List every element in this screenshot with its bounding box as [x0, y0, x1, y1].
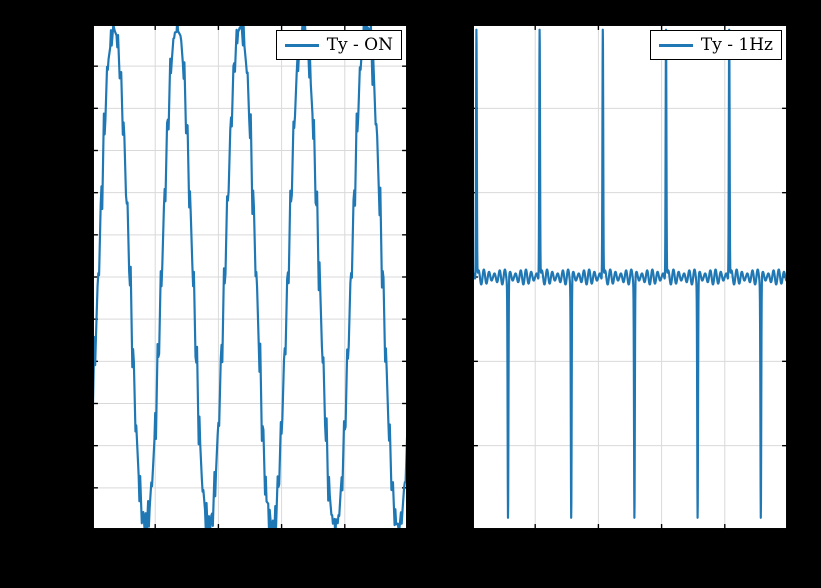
xtick: 0 — [467, 536, 478, 556]
ytick: 60 — [62, 142, 84, 162]
legend-swatch-icon — [285, 44, 319, 47]
ytick: -120 — [46, 524, 84, 544]
ytick: 2000 — [421, 99, 464, 119]
ytick: -2000 — [415, 439, 464, 459]
ytick: 40 — [62, 184, 84, 204]
legend-right: Ty - 1Hz — [650, 30, 782, 60]
ylabel-left: Torque [Nm] — [11, 216, 33, 339]
xtick: 2 — [215, 536, 226, 556]
xlabel-left: Time [s] — [211, 560, 290, 582]
xtick: 3 — [659, 536, 670, 556]
xtick: 1 — [151, 536, 162, 556]
ytick: -1000 — [415, 354, 464, 374]
legend-left-label: Ty - ON — [327, 35, 393, 55]
legend-right-label: Ty - 1Hz — [701, 35, 773, 55]
figure: Ty - ON -120-100-80-60-40-20020406080100… — [0, 0, 821, 588]
xlabel-right: Time [s] — [591, 560, 670, 582]
xtick: 2 — [595, 536, 606, 556]
ytick: -20 — [57, 312, 84, 332]
plot-right — [472, 24, 788, 530]
xtick: 5 — [787, 536, 798, 556]
axes-right: Ty - 1Hz -3000-2000-10000100020003000 01… — [470, 22, 790, 532]
grid-left — [92, 24, 408, 530]
ytick: -40 — [57, 354, 84, 374]
ytick: 3000 — [421, 14, 464, 34]
xtick: 0 — [87, 536, 98, 556]
ytick: 120 — [52, 14, 84, 34]
xtick: 3 — [279, 536, 290, 556]
ytick: 0 — [453, 269, 464, 289]
xtick: 1 — [531, 536, 542, 556]
ytick: 1000 — [421, 184, 464, 204]
plot-left — [92, 24, 408, 530]
ytick: -3000 — [415, 524, 464, 544]
ytick: -100 — [46, 482, 84, 502]
xtick: 4 — [343, 536, 354, 556]
axes-left: Ty - ON -120-100-80-60-40-20020406080100… — [90, 22, 410, 532]
ytick: 20 — [62, 227, 84, 247]
ytick: -60 — [57, 397, 84, 417]
ylabel-right: Torque [Nm] — [424, 216, 446, 339]
ytick: 80 — [62, 99, 84, 119]
xtick: 4 — [723, 536, 734, 556]
series-ty-1hz — [472, 30, 788, 518]
ytick: 100 — [52, 57, 84, 77]
legend-left: Ty - ON — [276, 30, 402, 60]
legend-swatch-icon — [659, 44, 693, 47]
ytick: 0 — [73, 269, 84, 289]
ytick: -80 — [57, 439, 84, 459]
